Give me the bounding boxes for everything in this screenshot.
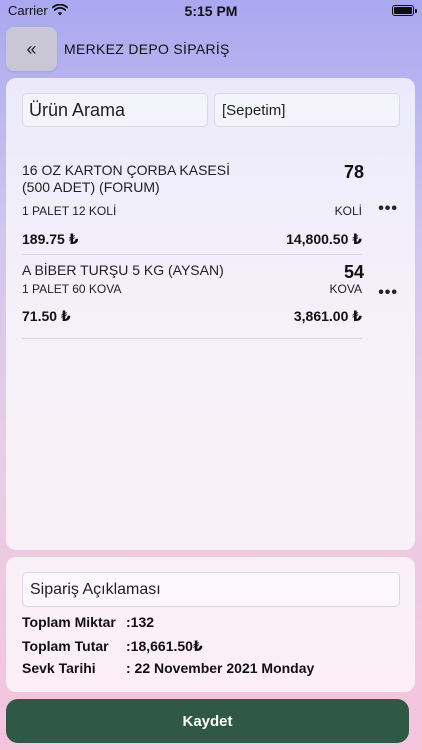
item-unit-price: 71.50 ₺ [22, 308, 71, 324]
ship-date-label: Sevk Tarihi [22, 660, 96, 676]
item-line-total: 3,861.00 ₺ [293, 308, 362, 324]
save-button[interactable]: Kaydet [6, 699, 409, 743]
order-note-field[interactable]: Sipariş Açıklaması [22, 572, 400, 607]
cart-button[interactable]: [Sepetim] [214, 93, 400, 127]
list-item[interactable]: 16 OZ KARTON ÇORBA KASESİ (500 ADET) (FO… [22, 162, 397, 255]
item-unit-price: 189.75 ₺ [22, 231, 79, 247]
battery-icon [392, 5, 417, 16]
clock: 5:15 PM [184, 3, 238, 19]
item-name: 16 OZ KARTON ÇORBA KASESİ (500 ADET) (FO… [22, 162, 230, 195]
status-bar: Carrier 5:15 PM [0, 0, 422, 22]
order-note-label: Sipariş Açıklaması [30, 581, 161, 598]
more-icon[interactable]: ••• [378, 200, 398, 218]
item-line-total: 14,800.50 ₺ [286, 231, 362, 247]
item-unit: KOLİ [334, 204, 362, 218]
item-quantity: 54 [343, 262, 364, 282]
product-search-label: Ürün Arama [29, 100, 126, 120]
total-quantity-value: :132 [126, 614, 155, 630]
page-title: MERKEZ DEPO SİPARİŞ [64, 41, 230, 57]
total-amount-value: :18,661.50₺ [126, 638, 203, 654]
item-unit: KOVA [329, 282, 362, 296]
item-quantity: 78 [343, 162, 364, 182]
product-search-field[interactable]: Ürün Arama [22, 93, 208, 127]
item-package: 1 PALET 12 KOLİ [22, 204, 117, 218]
ship-date-value[interactable]: : 22 November 2021 Monday [126, 660, 314, 676]
back-button[interactable]: « [6, 27, 57, 71]
cart-label: [Sepetim] [222, 102, 286, 119]
item-name: A BİBER TURŞU 5 KG (AYSAN) [22, 262, 224, 278]
item-package: 1 PALET 60 KOVA [22, 282, 122, 296]
order-summary-panel: Sipariş Açıklaması Toplam Miktar :132 To… [6, 557, 415, 692]
total-amount-label: Toplam Tutar [22, 638, 109, 654]
total-quantity-label: Toplam Miktar [22, 614, 116, 630]
order-items-panel: Ürün Arama [Sepetim] 16 OZ KARTON ÇORBA … [6, 78, 415, 550]
list-item[interactable]: A BİBER TURŞU 5 KG (AYSAN) 54 1 PALET 60… [22, 262, 397, 339]
more-icon[interactable]: ••• [378, 284, 398, 302]
